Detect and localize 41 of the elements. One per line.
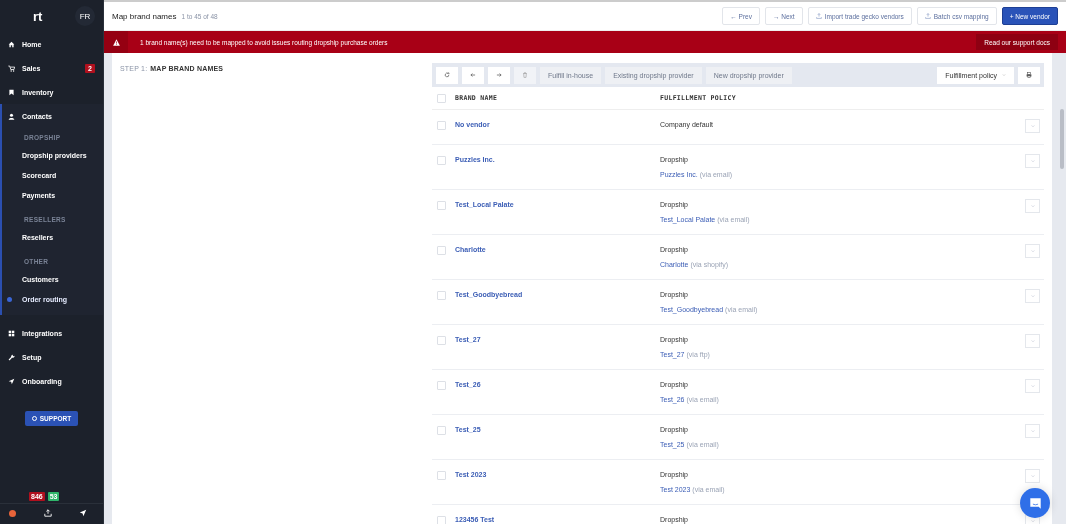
chat-icon bbox=[1028, 496, 1042, 510]
rocket-icon bbox=[8, 377, 15, 385]
checkbox[interactable] bbox=[437, 516, 446, 524]
grid-icon bbox=[8, 329, 15, 337]
checkbox[interactable] bbox=[437, 336, 446, 345]
help-icon bbox=[31, 416, 37, 421]
upload-icon bbox=[815, 13, 822, 19]
checkbox[interactable] bbox=[437, 426, 446, 435]
rocket-icon[interactable] bbox=[79, 509, 87, 517]
trash-icon bbox=[522, 72, 528, 78]
icon-button[interactable] bbox=[488, 66, 510, 84]
print-icon bbox=[1026, 72, 1032, 78]
checkbox[interactable] bbox=[437, 381, 446, 390]
scrollbar[interactable] bbox=[1052, 53, 1066, 524]
status-dot bbox=[9, 509, 16, 517]
icon-button[interactable] bbox=[514, 66, 536, 84]
checkbox[interactable] bbox=[437, 246, 446, 255]
bookmark-icon bbox=[8, 88, 15, 96]
arrow-left-icon bbox=[470, 72, 476, 78]
warning-icon bbox=[112, 38, 120, 46]
checkbox[interactable] bbox=[437, 471, 446, 480]
checkbox[interactable] bbox=[437, 201, 446, 210]
page-title: Map brand names bbox=[112, 11, 177, 21]
icon-button[interactable] bbox=[462, 66, 484, 84]
upload-icon[interactable] bbox=[43, 509, 52, 517]
print-button[interactable] bbox=[1018, 66, 1040, 84]
chevron-down-icon bbox=[1030, 519, 1035, 523]
cart-icon bbox=[8, 64, 15, 72]
home-icon bbox=[8, 40, 15, 48]
checkbox[interactable] bbox=[437, 93, 446, 103]
arrow-right-icon bbox=[496, 72, 502, 78]
checkbox[interactable] bbox=[437, 156, 446, 165]
wrench-icon bbox=[8, 353, 15, 361]
checkbox[interactable] bbox=[437, 121, 446, 130]
icon-button[interactable] bbox=[436, 66, 458, 84]
person-icon bbox=[8, 112, 15, 120]
logo-text: rt bbox=[33, 8, 43, 24]
refresh-icon bbox=[444, 72, 450, 78]
checkbox[interactable] bbox=[437, 291, 446, 300]
language-button[interactable]: FR bbox=[75, 6, 95, 26]
upload-icon bbox=[924, 13, 931, 19]
